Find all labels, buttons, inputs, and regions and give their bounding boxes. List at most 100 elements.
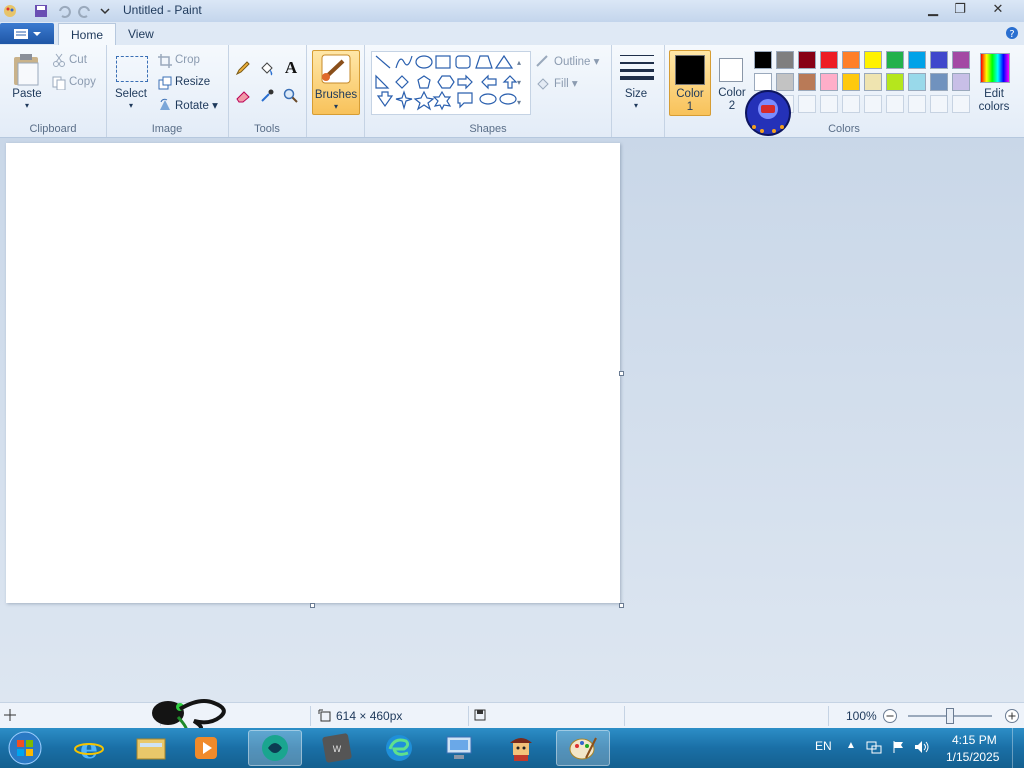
redo-icon[interactable]	[77, 3, 93, 19]
maximize-button[interactable]: ❐	[946, 0, 974, 20]
clipboard-group: Paste ▾ Cut Copy Clipboard	[0, 45, 107, 137]
eraser-icon[interactable]	[233, 86, 253, 106]
color-swatch[interactable]	[930, 73, 948, 91]
color-swatch[interactable]	[798, 51, 816, 69]
outline-button[interactable]: Outline ▾	[554, 54, 599, 68]
copy-button[interactable]: Copy	[69, 76, 96, 88]
color-swatch[interactable]	[776, 51, 794, 69]
volume-icon[interactable]	[914, 740, 930, 757]
resize-button[interactable]: Resize	[175, 76, 210, 88]
color-swatch[interactable]	[886, 73, 904, 91]
color-swatch[interactable]	[842, 73, 860, 91]
color-swatch[interactable]	[930, 51, 948, 69]
color1-button[interactable]: Color 1	[669, 50, 711, 116]
color-picker-icon[interactable]	[257, 86, 277, 106]
rotate-button[interactable]: Rotate ▾	[175, 98, 218, 112]
paste-icon[interactable]	[12, 53, 42, 90]
edit-colors-button[interactable]: Edit	[972, 88, 1016, 100]
undo-icon[interactable]	[56, 3, 72, 19]
edge-taskbar-icon[interactable]	[372, 730, 426, 766]
color-swatch[interactable]	[820, 51, 838, 69]
select-button[interactable]: Select	[110, 88, 152, 100]
custom-color-slot[interactable]	[820, 95, 838, 113]
app-taskbar-icon[interactable]	[248, 730, 302, 766]
color-swatch[interactable]	[952, 73, 970, 91]
size-button[interactable]: Size	[610, 88, 662, 100]
paste-button[interactable]: Paste	[6, 88, 48, 100]
canvas-size-icon	[318, 709, 332, 726]
color2-swatch	[719, 58, 743, 82]
size-icon[interactable]	[620, 53, 654, 86]
minimize-button[interactable]: ▁	[919, 0, 947, 20]
outline-icon	[535, 54, 551, 71]
action-center-flag-icon[interactable]	[892, 740, 906, 757]
tab-view[interactable]: View	[116, 23, 166, 45]
color-swatch[interactable]	[952, 51, 970, 69]
customize-qat-chevron-icon[interactable]	[97, 3, 113, 19]
custom-color-slot[interactable]	[908, 95, 926, 113]
language-indicator[interactable]: EN	[815, 739, 832, 753]
show-hidden-icons-icon[interactable]: ▲	[846, 740, 856, 751]
custom-color-slot[interactable]	[952, 95, 970, 113]
select-icon[interactable]	[116, 56, 148, 82]
shapes-scroll[interactable]: ▴ ▾ ▾	[517, 53, 521, 113]
custom-color-slot[interactable]	[842, 95, 860, 113]
custom-color-slot[interactable]	[864, 95, 882, 113]
color-swatch[interactable]	[754, 51, 772, 69]
resize-handle-corner[interactable]	[619, 603, 624, 608]
custom-color-slot[interactable]	[798, 95, 816, 113]
brushes-label: Brushes	[314, 89, 358, 101]
custom-color-slot[interactable]	[930, 95, 948, 113]
zoom-in-button[interactable]	[1004, 708, 1020, 727]
crop-icon	[158, 54, 172, 71]
help-icon[interactable]: ?	[1005, 26, 1019, 43]
start-button[interactable]	[0, 730, 50, 766]
edit-colors-icon[interactable]	[980, 53, 1010, 83]
fill-button[interactable]: Fill ▾	[554, 76, 578, 90]
crop-button[interactable]: Crop	[175, 54, 200, 66]
brushes-button[interactable]: Brushes ▾	[312, 50, 360, 115]
color-swatch[interactable]	[908, 73, 926, 91]
color-swatch[interactable]	[908, 51, 926, 69]
clock-time[interactable]: 4:15 PM	[952, 733, 997, 747]
color-swatch[interactable]	[864, 73, 882, 91]
media-player-taskbar-icon[interactable]	[186, 730, 226, 766]
paint-taskbar-icon[interactable]	[556, 730, 610, 766]
tab-home[interactable]: Home	[58, 23, 117, 46]
magnifier-icon[interactable]	[281, 86, 301, 106]
color1-number: 1	[686, 101, 694, 113]
fill-bucket-icon[interactable]	[257, 58, 277, 78]
show-desktop-button[interactable]	[1012, 728, 1024, 768]
resize-handle-right[interactable]	[619, 371, 624, 376]
save-icon[interactable]	[33, 3, 49, 19]
color-swatch[interactable]	[886, 51, 904, 69]
paint-app-icon[interactable]	[2, 3, 18, 19]
color-swatch[interactable]	[842, 51, 860, 69]
clock-date[interactable]: 1/15/2025	[946, 750, 999, 764]
resize-handle-bottom[interactable]	[310, 603, 315, 608]
text-tool-icon[interactable]: A	[281, 58, 301, 78]
file-explorer-taskbar-icon[interactable]	[124, 730, 178, 766]
color-swatch[interactable]	[798, 73, 816, 91]
round-toy-sticker-icon	[742, 87, 794, 142]
zoom-out-button[interactable]	[882, 708, 898, 727]
close-button[interactable]: ✕	[984, 0, 1012, 20]
paint-menu-button[interactable]	[0, 23, 54, 44]
canvas-dimensions: 614 × 460px	[336, 709, 403, 723]
drawing-canvas[interactable]	[6, 143, 620, 603]
remote-desktop-taskbar-icon[interactable]	[432, 730, 486, 766]
zoom-slider-thumb[interactable]	[946, 708, 954, 724]
color-swatch[interactable]	[820, 73, 838, 91]
color1-swatch	[675, 55, 705, 85]
pirate-game-taskbar-icon[interactable]	[494, 730, 548, 766]
pencil-icon[interactable]	[233, 58, 253, 78]
shapes-group-label: Shapes	[469, 123, 507, 135]
cut-button[interactable]: Cut	[69, 54, 87, 66]
network-icon[interactable]	[866, 740, 882, 757]
internet-explorer-taskbar-icon[interactable]: e	[62, 730, 116, 766]
color-swatch[interactable]	[864, 51, 882, 69]
image-group-label: Image	[151, 123, 183, 135]
custom-color-slot[interactable]	[886, 95, 904, 113]
ribbon-tab-bar: Home View ?	[0, 22, 1024, 46]
app-badge-taskbar-icon[interactable]: W	[310, 730, 364, 766]
